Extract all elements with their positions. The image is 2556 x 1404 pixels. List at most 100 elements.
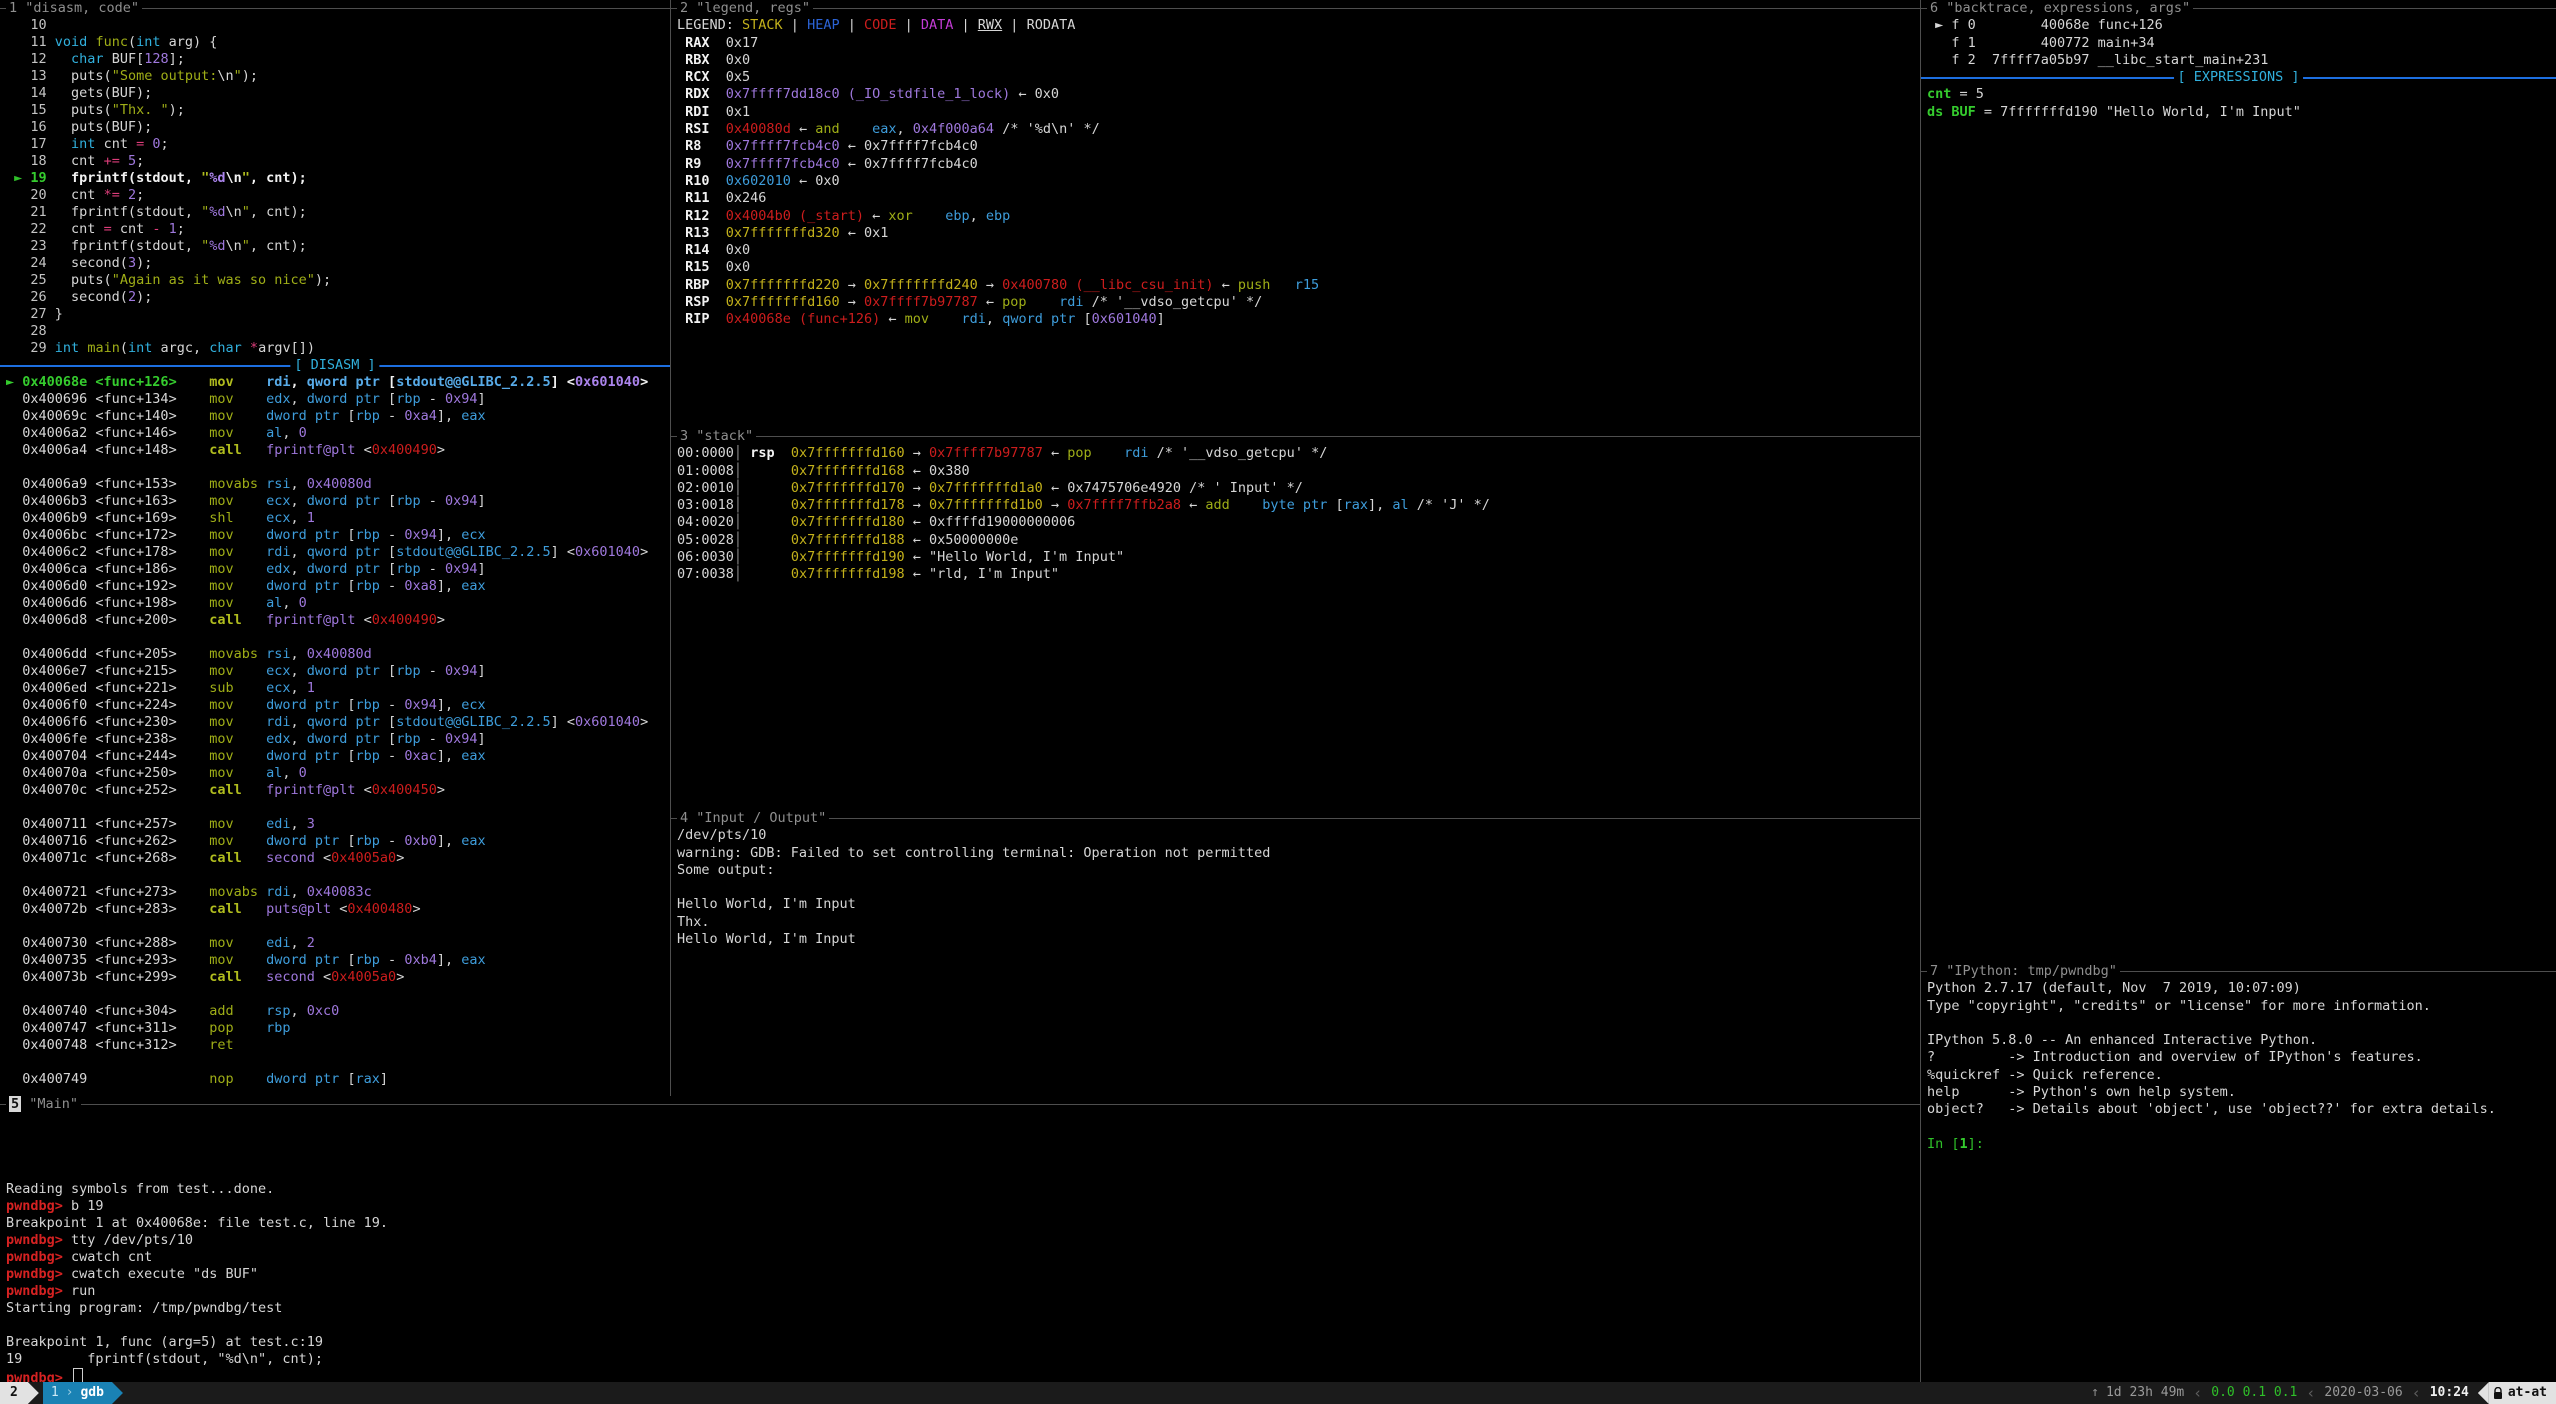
terminal-line: IPython 5.8.0 -- An enhanced Interactive…: [1927, 1032, 2556, 1049]
terminal-line: 0x4006c2 <func+178> mov rdi, qword ptr […: [6, 544, 670, 561]
terminal-line: [6, 1113, 1920, 1130]
terminal-line: 29 int main(int argc, char *argv[]): [6, 340, 670, 357]
terminal-line: 0x4006dd <func+205> movabs rsi, 0x40080d: [6, 646, 670, 663]
pane-title-main: 5 "Main": [0, 1096, 1920, 1113]
terminal-line: 0x4006a2 <func+146> mov al, 0: [6, 425, 670, 442]
terminal-line: Breakpoint 1 at 0x40068e: file test.c, l…: [6, 1215, 1920, 1232]
vertical-pane-border[interactable]: [670, 0, 671, 1096]
terminal-line: 0x4006d0 <func+192> mov dword ptr [rbp -…: [6, 578, 670, 595]
terminal-line: 13 puts("Some output:\n");: [6, 68, 670, 85]
terminal-line: 0x400735 <func+293> mov dword ptr [rbp -…: [6, 952, 670, 969]
terminal-line: R12 0x4004b0 (_start) ← xor ebp, ebp: [677, 208, 1920, 225]
powerline-arrow-icon: [112, 1382, 123, 1404]
terminal-line: 0x400721 <func+273> movabs rdi, 0x40083c: [6, 884, 670, 901]
watch-expressions: cnt = 5ds BUF = 7fffffffd190 "Hello Worl…: [1921, 86, 2556, 121]
terminal-line: 26 second(2);: [6, 289, 670, 306]
terminal-line: 0x40072b <func+283> call puts@plt <0x400…: [6, 901, 670, 918]
terminal-line: RIP 0x40068e (func+126) ← mov rdi, qword…: [677, 311, 1920, 328]
terminal-line: 0x4006d8 <func+200> call fprintf@plt <0x…: [6, 612, 670, 629]
terminal-line: [6, 459, 670, 476]
terminal-line: 00:0000│ rsp 0x7fffffffd160 → 0x7ffff7b9…: [677, 445, 1920, 462]
terminal-line: 0x40073b <func+299> call second <0x4005a…: [6, 969, 670, 986]
terminal-line: 0x400748 <func+312> ret: [6, 1037, 670, 1054]
terminal-line: 28: [6, 323, 670, 340]
terminal-line: [6, 1147, 1920, 1164]
pane-title-label: 2 "legend, regs": [677, 0, 813, 17]
vertical-pane-border[interactable]: [1920, 0, 1921, 1382]
chevron-left-icon: ‹: [2184, 1382, 2211, 1404]
terminal-line: ds BUF = 7fffffffd190 "Hello World, I'm …: [1927, 104, 2556, 121]
terminal-line: pwndbg> run: [6, 1283, 1920, 1300]
disassembly-listing: ► 0x40068e <func+126> mov rdi, qword ptr…: [0, 374, 670, 1088]
disasm-section-divider: [ DISASM ]: [0, 357, 670, 374]
uptime: 1d 23h 49m: [2106, 1382, 2184, 1404]
window-tab-gdb[interactable]: 1›gdb: [43, 1382, 112, 1404]
terminal-line: R15 0x0: [677, 259, 1920, 276]
expressions-divider-label: [ EXPRESSIONS ]: [2174, 69, 2304, 86]
pane-backtrace-expressions[interactable]: 6 "backtrace, expressions, args" ► f 0 4…: [1921, 0, 2556, 963]
terminal-line: RBX 0x0: [677, 52, 1920, 69]
terminal-line: ? -> Introduction and overview of IPytho…: [1927, 1049, 2556, 1066]
hostname-segment: at-at: [2489, 1382, 2556, 1404]
pane-input-output[interactable]: 4 "Input / Output" /dev/pts/10warning: G…: [671, 810, 1920, 1096]
session-indicator[interactable]: 2: [0, 1382, 28, 1404]
pane-legend-regs[interactable]: 2 "legend, regs" LEGEND: STACK | HEAP | …: [671, 0, 1920, 428]
terminal-line: Breakpoint 1, func (arg=5) at test.c:19: [6, 1334, 1920, 1351]
disasm-divider-label: [ DISASM ]: [290, 357, 379, 374]
ipython-banner[interactable]: Python 2.7.17 (default, Nov 7 2019, 10:0…: [1921, 980, 2556, 1153]
terminal-line: Hello World, I'm Input: [677, 896, 1920, 913]
pane-disasm-code[interactable]: 1 "disasm, code" 10 11 void func(int arg…: [0, 0, 670, 1096]
terminal-line: 0x4006ca <func+186> mov edx, dword ptr […: [6, 561, 670, 578]
clock: 10:24: [2430, 1382, 2469, 1404]
terminal-line: 0x400749 nop dword ptr [rax]: [6, 1071, 670, 1088]
pane-border-line: [671, 818, 1920, 819]
terminal-line: pwndbg> b 19: [6, 1198, 1920, 1215]
terminal-line: 04:0020│ 0x7fffffffd180 ← 0xffffd1900000…: [677, 514, 1920, 531]
expressions-section-divider: [ EXPRESSIONS ]: [1921, 69, 2556, 86]
pane-title-label: 1 "disasm, code": [6, 0, 142, 17]
terminal-line: Thx.: [677, 914, 1920, 931]
terminal-line: /dev/pts/10: [677, 827, 1920, 844]
terminal-line: 07:0038│ 0x7fffffffd198 ← "rld, I'm Inpu…: [677, 566, 1920, 583]
terminal-line: 05:0028│ 0x7fffffffd188 ← 0x50000000e: [677, 532, 1920, 549]
terminal-line: pwndbg>: [6, 1368, 1920, 1382]
hostname: at-at: [2508, 1382, 2547, 1404]
date: 2020-03-06: [2324, 1382, 2402, 1404]
terminal-line: [6, 986, 670, 1003]
terminal-line: 0x4006f0 <func+224> mov dword ptr [rbp -…: [6, 697, 670, 714]
terminal-line: help -> Python's own help system.: [1927, 1084, 2556, 1101]
terminal-line: Some output:: [677, 862, 1920, 879]
terminal-line: In [1]:: [1927, 1136, 2556, 1153]
terminal-line: Reading symbols from test...done.: [6, 1181, 1920, 1198]
terminal-line: RBP 0x7fffffffd220 → 0x7fffffffd240 → 0x…: [677, 277, 1920, 294]
terminal-line: pwndbg> cwatch cnt: [6, 1249, 1920, 1266]
terminal-line: 17 int cnt = 0;: [6, 136, 670, 153]
pane-title-ipython: 7 "IPython: tmp/pwndbg": [1921, 963, 2556, 980]
legend-line: LEGEND: STACK | HEAP | CODE | DATA | RWX…: [671, 17, 1920, 34]
terminal-line: warning: GDB: Failed to set controlling …: [677, 845, 1920, 862]
terminal-line: %quickref -> Quick reference.: [1927, 1067, 2556, 1084]
terminal-line: 0x400730 <func+288> mov edi, 2: [6, 935, 670, 952]
terminal-line: 10: [6, 17, 670, 34]
powerline-arrow-icon: [2478, 1382, 2489, 1404]
pane-stack[interactable]: 3 "stack" 00:0000│ rsp 0x7fffffffd160 → …: [671, 428, 1920, 810]
terminal-line: 22 cnt = cnt - 1;: [6, 221, 670, 238]
pane-main-gdb[interactable]: 5 "Main" Reading symbols from test...don…: [0, 1096, 1920, 1382]
terminal-line: pwndbg> cwatch execute "ds BUF": [6, 1266, 1920, 1283]
lock-icon: [2493, 1387, 2503, 1400]
terminal-line: [677, 879, 1920, 896]
terminal-line: [1927, 1119, 2556, 1136]
terminal-line: R10 0x602010 ← 0x0: [677, 173, 1920, 190]
status-bar-right: ↑ 1d 23h 49m ‹ 0.0 0.1 0.1 ‹ 2020-03-06 …: [2091, 1382, 2556, 1404]
terminal-line: 21 fprintf(stdout, "%d\n", cnt);: [6, 204, 670, 221]
pane-ipython[interactable]: 7 "IPython: tmp/pwndbg" Python 2.7.17 (d…: [1921, 963, 2556, 1382]
terminal-line: R14 0x0: [677, 242, 1920, 259]
terminal-line: 0x4006b9 <func+169> shl ecx, 1: [6, 510, 670, 527]
pane-title-label: 4 "Input / Output": [677, 810, 829, 827]
gdb-session-log[interactable]: Reading symbols from test...done.pwndbg>…: [0, 1113, 1920, 1382]
terminal-line: Hello World, I'm Input: [677, 931, 1920, 948]
terminal-line: ► 19 fprintf(stdout, "%d\n", cnt);: [6, 170, 670, 187]
window-index: 1: [51, 1385, 59, 1400]
terminal-line: 24 second(3);: [6, 255, 670, 272]
terminal-line: RAX 0x17: [677, 35, 1920, 52]
